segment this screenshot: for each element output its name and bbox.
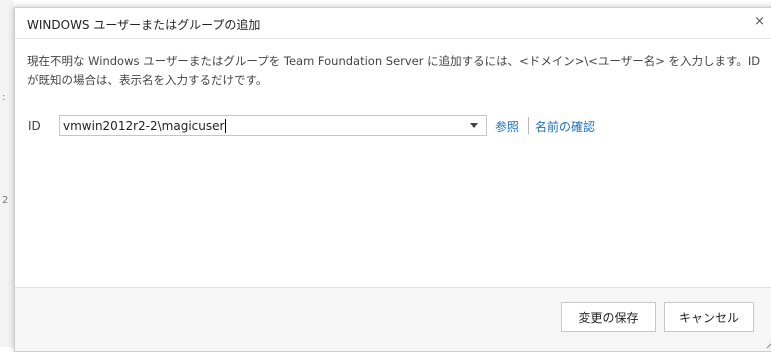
browse-link[interactable]: 参照 (495, 118, 519, 135)
close-button[interactable]: × (754, 15, 765, 29)
id-combobox[interactable] (59, 115, 487, 136)
dialog-description: 現在不明な Windows ユーザーまたはグループを Team Foundati… (27, 54, 761, 87)
check-name-link[interactable]: 名前の確認 (535, 118, 595, 135)
link-divider (528, 117, 529, 134)
id-input[interactable] (60, 116, 463, 135)
add-windows-user-dialog: WINDOWS ユーザーまたはグループの追加 × 現在不明な Windows ユ… (14, 7, 771, 352)
chevron-down-icon[interactable] (467, 119, 481, 132)
text-cursor (225, 119, 226, 133)
dialog-footer: 変更の保存 キャンセル (15, 287, 771, 351)
dialog-title-bar: WINDOWS ユーザーまたはグループの追加 × (15, 8, 771, 39)
background-text-fragment: : (2, 92, 6, 103)
id-row: ID 参照 名前の確認 (27, 115, 767, 137)
save-changes-button[interactable]: 変更の保存 (561, 302, 656, 332)
cancel-button[interactable]: キャンセル (664, 302, 754, 332)
background-text-fragment: 2 (2, 195, 9, 206)
dialog-title: WINDOWS ユーザーまたはグループの追加 (27, 18, 261, 32)
id-label: ID (28, 119, 41, 133)
resize-grip-icon[interactable] (765, 339, 771, 349)
background-window-edge: : 2 (0, 0, 14, 347)
